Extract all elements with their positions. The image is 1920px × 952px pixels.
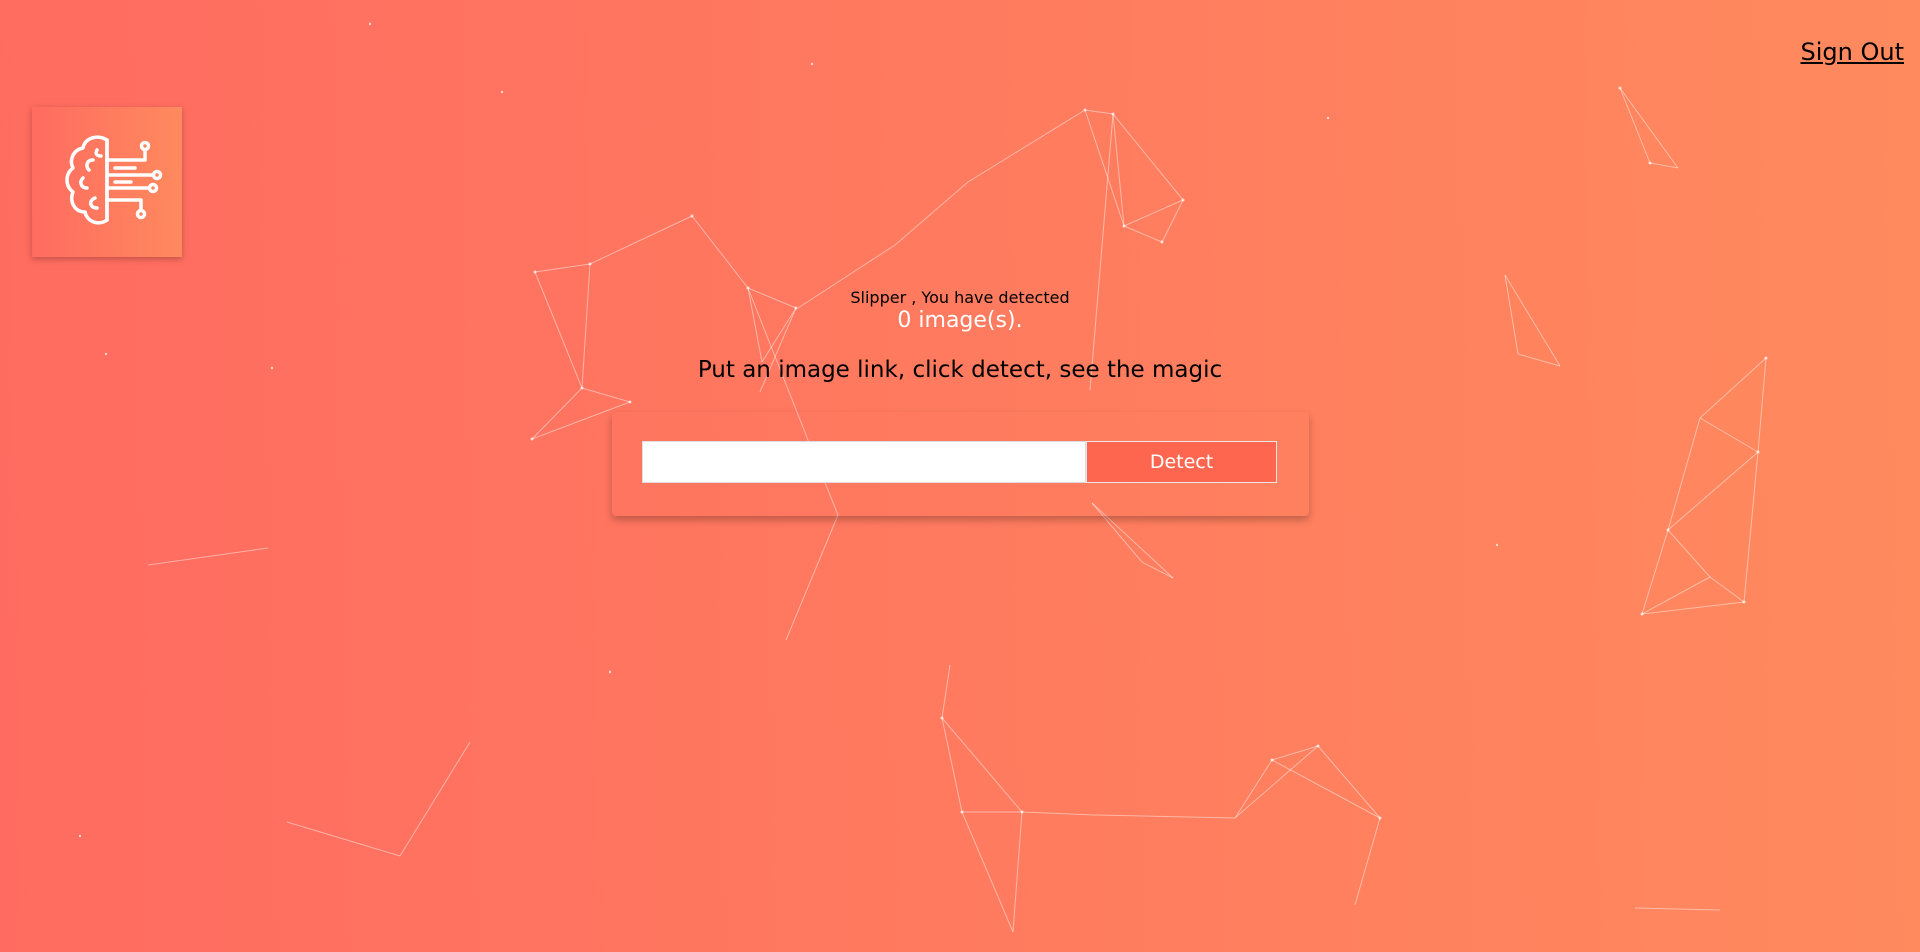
rank-greeting: Slipper , You have detected bbox=[850, 288, 1070, 307]
image-link-form: Detect bbox=[612, 412, 1309, 516]
sign-out-link[interactable]: Sign Out bbox=[1801, 38, 1905, 66]
rank-section: Slipper , You have detected 0 image(s). bbox=[0, 288, 1920, 333]
logo[interactable] bbox=[32, 107, 182, 257]
image-count: 0 image(s). bbox=[897, 308, 1023, 333]
detect-button[interactable]: Detect bbox=[1086, 441, 1277, 483]
brain-circuit-icon bbox=[65, 135, 163, 225]
instructions-text: Put an image link, click detect, see the… bbox=[697, 357, 1223, 383]
image-url-input[interactable] bbox=[642, 441, 1086, 483]
